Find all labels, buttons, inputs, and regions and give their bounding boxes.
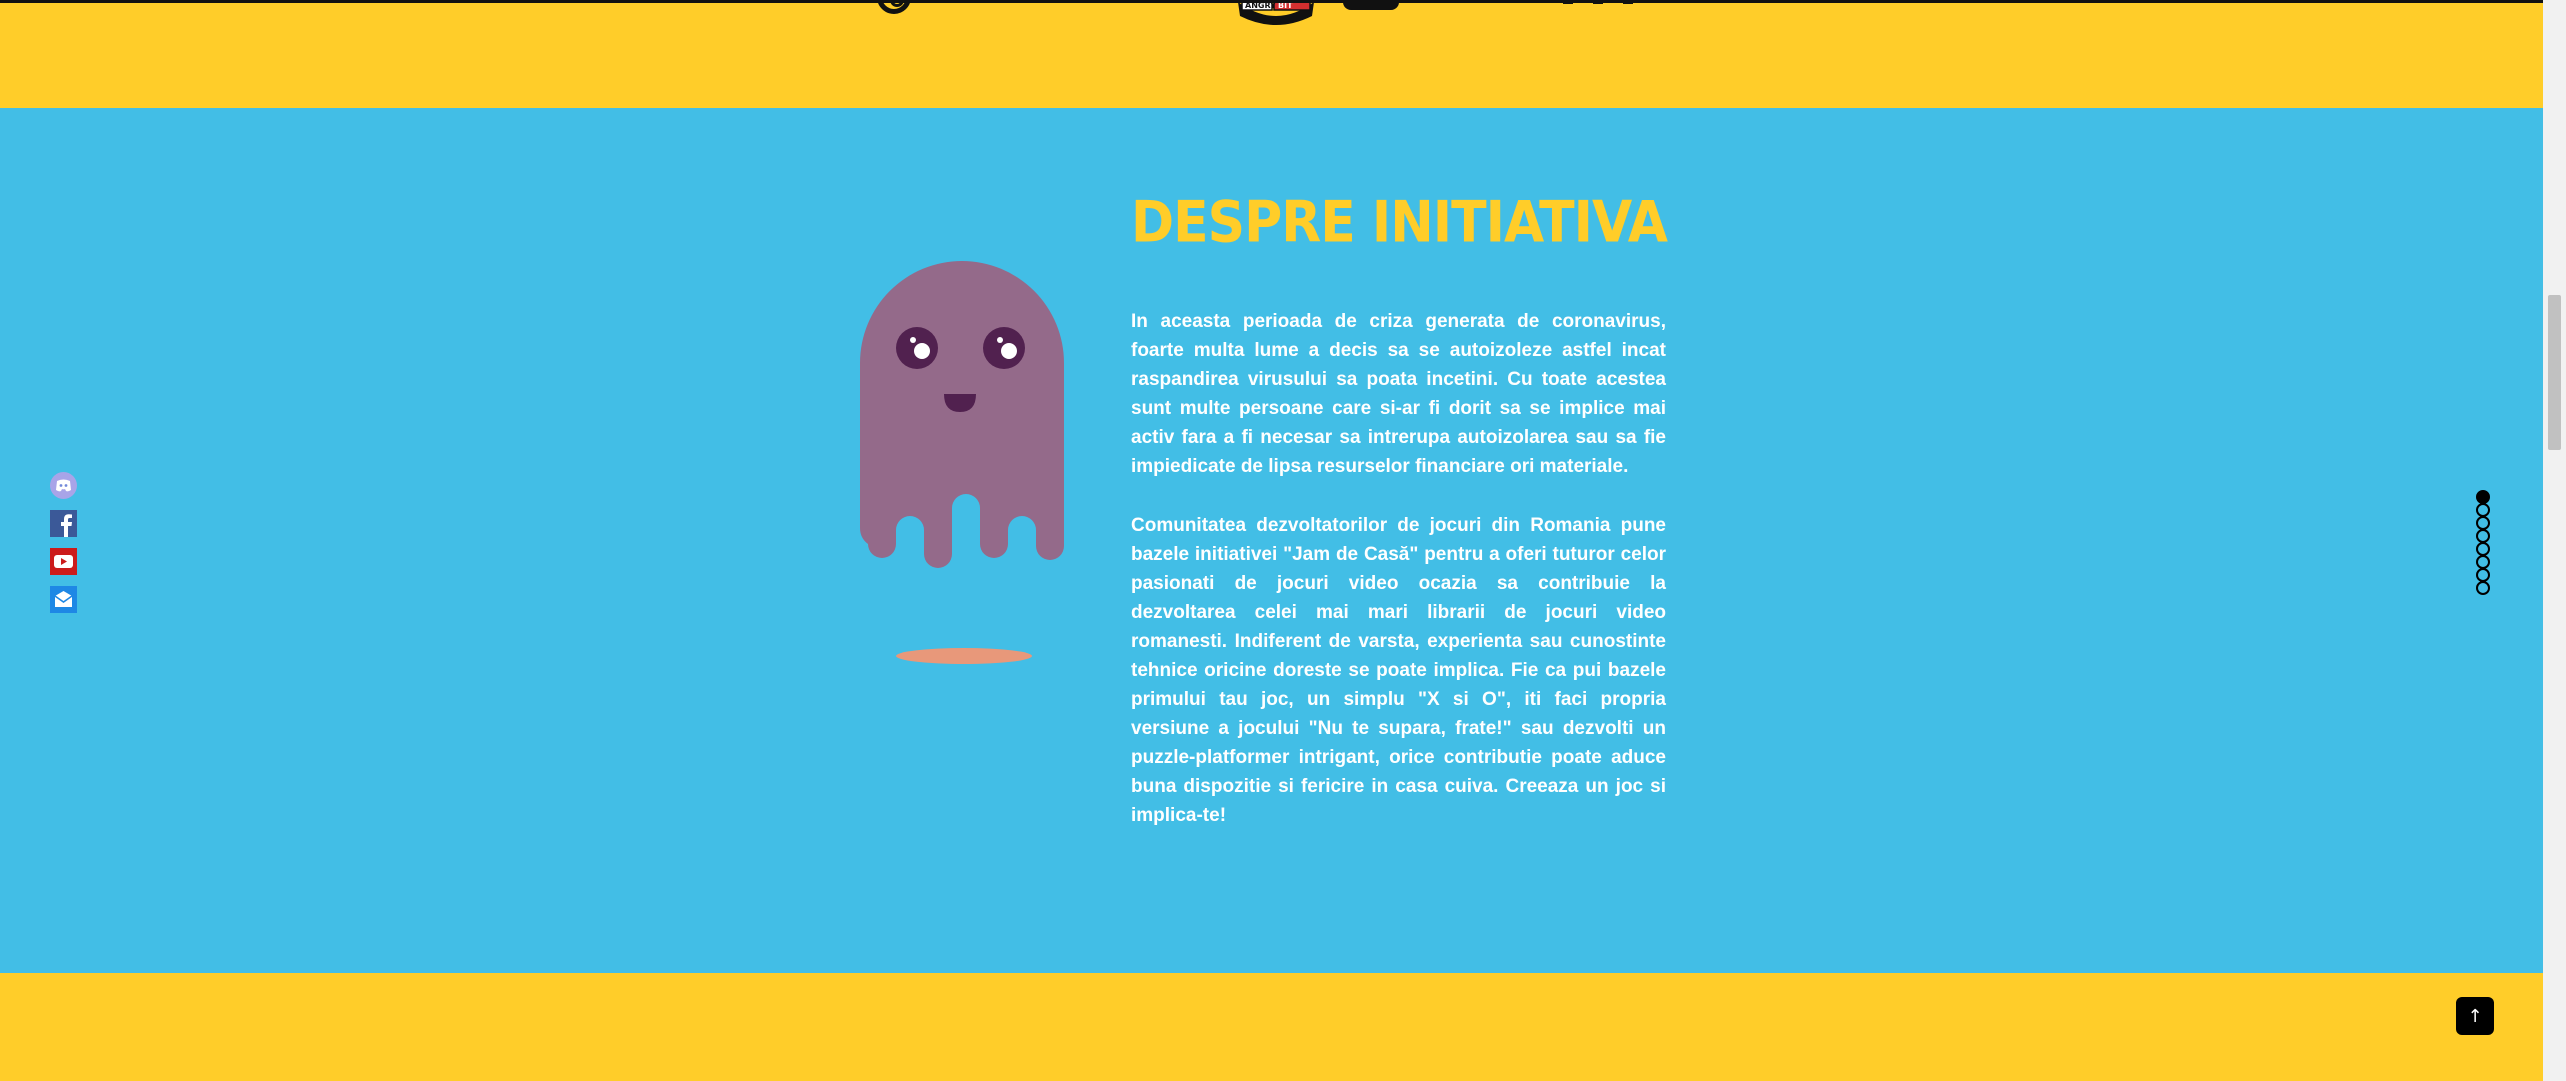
section-dot[interactable] [2476,542,2490,556]
section-dot[interactable] [2476,568,2490,582]
angry-bit-logo[interactable]: ANGRY BIT [1236,0,1316,28]
next-section-band [0,973,2543,1081]
page: ANGRY BIT DESPRE INITIATIVA In aceasta p… [0,0,2566,1081]
section-dot[interactable] [2476,490,2490,504]
top-border [0,0,2543,3]
section-dot[interactable] [2476,581,2490,595]
partner-logos: ANGRY BIT [0,0,2543,40]
section-dot[interactable] [2476,529,2490,543]
arrow-up-icon: ↑ [2467,1005,2483,1027]
ghost-mascot [860,261,1064,664]
section-title: DESPRE INITIATIVA [1131,190,1668,256]
email-icon[interactable] [50,586,77,613]
section-dot[interactable] [2476,555,2490,569]
scrollbar-thumb[interactable] [2548,295,2561,450]
discord-icon[interactable] [50,472,77,499]
section-dot[interactable] [2476,516,2490,530]
facebook-icon[interactable] [50,510,77,537]
youtube-icon[interactable] [50,548,77,575]
about-paragraph-2: Comunitatea dezvoltatorilor de jocuri di… [1131,515,1666,826]
ghost-illustration [858,258,1068,668]
section-dot[interactable] [2476,503,2490,517]
page-scrollbar[interactable] [2543,0,2566,1081]
header-band: ANGRY BIT [0,0,2543,108]
about-paragraph-1: In aceasta perioada de criza generata de… [1131,311,1666,477]
back-to-top-button[interactable]: ↑ [2456,997,2494,1035]
